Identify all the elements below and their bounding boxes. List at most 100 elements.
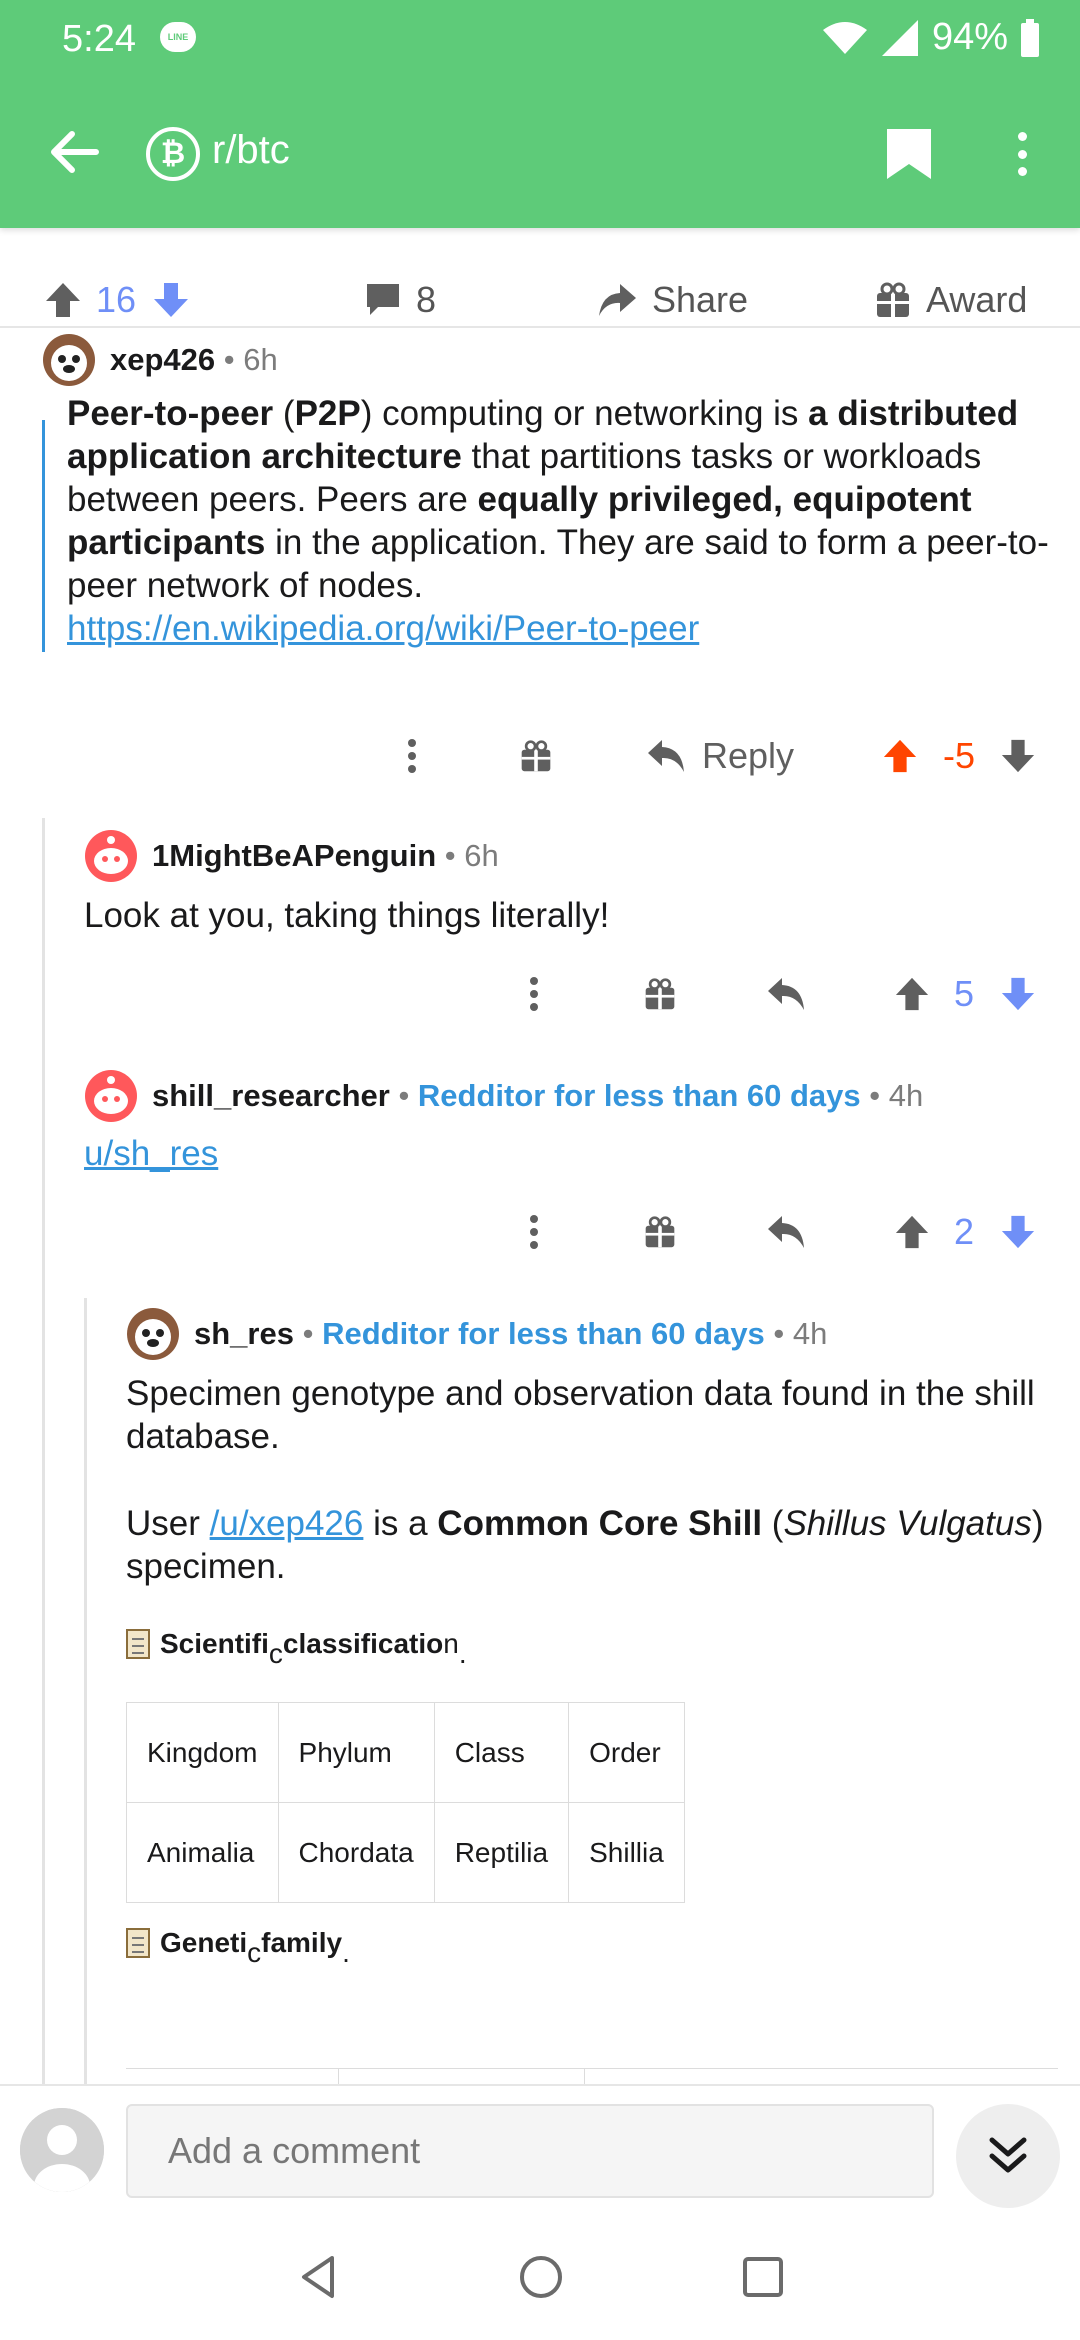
user-link[interactable]: /u/xep426 xyxy=(210,1504,364,1543)
more-vert-icon[interactable] xyxy=(1004,126,1040,182)
table-row: Animalia Chordata Reptilia Shillia xyxy=(126,1802,685,1903)
user-flair: Redditor for less than 60 days xyxy=(322,1316,765,1351)
upvote-arrow-icon[interactable] xyxy=(44,281,82,319)
comment-score: 5 xyxy=(953,973,975,1014)
battery-icon xyxy=(1021,18,1039,57)
bold-text: Peer-to-peer xyxy=(67,394,274,433)
subreddit-name[interactable]: r/btc xyxy=(212,128,290,173)
upvote-arrow-icon[interactable] xyxy=(880,726,920,786)
share-button[interactable]: Share xyxy=(596,272,748,328)
reply-arrow-icon[interactable] xyxy=(766,1202,806,1262)
comment-xep426: xep426 • 6h xyxy=(42,334,1042,386)
thread-line xyxy=(42,420,45,652)
comment-username[interactable]: xep426 xyxy=(110,342,215,378)
comments-count: 8 xyxy=(416,279,437,320)
comment-actions: 2 xyxy=(0,1202,1080,1262)
more-vert-icon[interactable] xyxy=(514,964,554,1024)
heading-dot: . xyxy=(458,1638,467,1669)
jump-down-button[interactable] xyxy=(956,2104,1060,2208)
comment-compose-bar: Add a comment xyxy=(0,2084,1080,2212)
comment-time: 6h xyxy=(243,342,278,377)
app-header: 5:24 LINE 94% ₿ r/btc xyxy=(0,0,1080,228)
nav-back-icon[interactable] xyxy=(294,2252,344,2302)
section-heading: Geneti c family. xyxy=(126,1927,1056,1968)
avatar[interactable] xyxy=(84,829,138,883)
heading-text: n xyxy=(443,1628,459,1659)
nav-home-icon[interactable] xyxy=(516,2252,566,2302)
comment-time: 4h xyxy=(888,1078,924,1113)
downvote-arrow-icon[interactable] xyxy=(152,281,190,319)
back-arrow-icon[interactable] xyxy=(44,122,104,182)
reply-button[interactable]: Reply xyxy=(640,726,800,786)
more-vert-icon[interactable] xyxy=(392,726,432,786)
nav-recents-icon[interactable] xyxy=(738,2252,788,2302)
table-cell: Kingdom xyxy=(126,1702,279,1803)
clipboard-icon xyxy=(126,1629,150,1659)
post-action-bar: 16 8 Share Award xyxy=(0,272,1080,328)
wifi-icon xyxy=(822,21,867,54)
comment-separator: • xyxy=(293,1316,323,1351)
downvote-arrow-icon[interactable] xyxy=(998,726,1038,786)
add-comment-input[interactable]: Add a comment xyxy=(126,2104,934,2198)
upvote-arrow-icon[interactable] xyxy=(892,964,932,1024)
heading-text: Geneti xyxy=(160,1927,248,1958)
gift-icon[interactable] xyxy=(640,964,680,1024)
status-time: 5:24 xyxy=(62,18,136,60)
battery-percent: 94% xyxy=(931,16,1008,58)
comment-username[interactable]: shill_researcher xyxy=(152,1078,390,1114)
table-row: Kingdom Phylum Class Order xyxy=(126,1702,685,1803)
award-label: Award xyxy=(926,279,1028,320)
wikipedia-link[interactable]: https://en.wikipedia.org/wiki/Peer-to-pe… xyxy=(67,609,699,648)
bold-text: P2P xyxy=(294,394,361,433)
gift-icon xyxy=(877,282,909,317)
comment-separator: • xyxy=(860,1078,889,1113)
table-cell: Reptilia xyxy=(433,1802,570,1903)
avatar[interactable] xyxy=(126,1307,180,1361)
award-button[interactable]: Award xyxy=(874,272,1027,328)
classification-table: Kingdom Phylum Class Order Animalia Chor… xyxy=(126,1702,685,1903)
body-text: ( xyxy=(762,1504,784,1543)
more-vert-icon[interactable] xyxy=(514,1202,554,1262)
table-cell: Shillia xyxy=(568,1802,685,1903)
system-nav-bar xyxy=(0,2212,1080,2340)
gift-icon[interactable] xyxy=(640,1202,680,1262)
avatar[interactable] xyxy=(84,1069,138,1123)
comments-count-button[interactable]: 8 xyxy=(364,272,436,328)
heading-dot: . xyxy=(342,1937,350,1968)
comment-bubble-icon xyxy=(367,284,399,315)
comment-separator: • xyxy=(215,342,244,377)
comment-sh-res: sh_res • Redditor for less than 60 days … xyxy=(126,1308,1056,1968)
comment-separator: • xyxy=(764,1316,793,1351)
downvote-arrow-icon[interactable] xyxy=(998,1202,1038,1262)
comment-separator: • xyxy=(436,838,465,873)
comment-separator: • xyxy=(389,1078,418,1113)
comment-body: Look at you, taking things literally! xyxy=(84,896,610,935)
user-avatar-icon[interactable] xyxy=(20,2108,104,2192)
italic-text: Shillus Vulgatus xyxy=(783,1504,1032,1543)
reply-label: Reply xyxy=(701,735,795,776)
comment-header: shill_researcher • Redditor for less tha… xyxy=(84,1070,1044,1122)
thread-line xyxy=(84,1298,87,2084)
reply-arrow-icon[interactable] xyxy=(766,964,806,1024)
heading-subscript: c xyxy=(268,1638,283,1669)
comment-username[interactable]: 1MightBeAPenguin xyxy=(152,838,436,874)
comment-1mightbeapenguin: 1MightBeAPenguin • 6h Look at you, takin… xyxy=(84,830,1044,937)
section-heading: Scientifi c classificatio n. xyxy=(126,1628,1056,1669)
table-cell: Animalia xyxy=(126,1802,279,1903)
comment-body: u/sh_res xyxy=(84,1132,1044,1175)
comment-header: xep426 • 6h xyxy=(42,334,1042,386)
comment-score: 2 xyxy=(953,1211,975,1252)
comment-username[interactable]: sh_res xyxy=(194,1316,294,1352)
comment-body: Peer-to-peer (P2P) computing or networki… xyxy=(67,392,1057,650)
user-link[interactable]: u/sh_res xyxy=(84,1134,218,1173)
bookmark-icon[interactable] xyxy=(884,126,934,182)
comment-time: 6h xyxy=(464,838,499,873)
avatar[interactable] xyxy=(42,333,96,387)
upvote-arrow-icon[interactable] xyxy=(892,1202,932,1262)
comment-score: -5 xyxy=(942,735,975,776)
downvote-arrow-icon[interactable] xyxy=(998,964,1038,1024)
body-text: User xyxy=(126,1504,210,1543)
comment-header: sh_res • Redditor for less than 60 days … xyxy=(126,1308,1056,1360)
gift-icon[interactable] xyxy=(516,726,556,786)
reply-arrow-icon xyxy=(647,740,684,772)
